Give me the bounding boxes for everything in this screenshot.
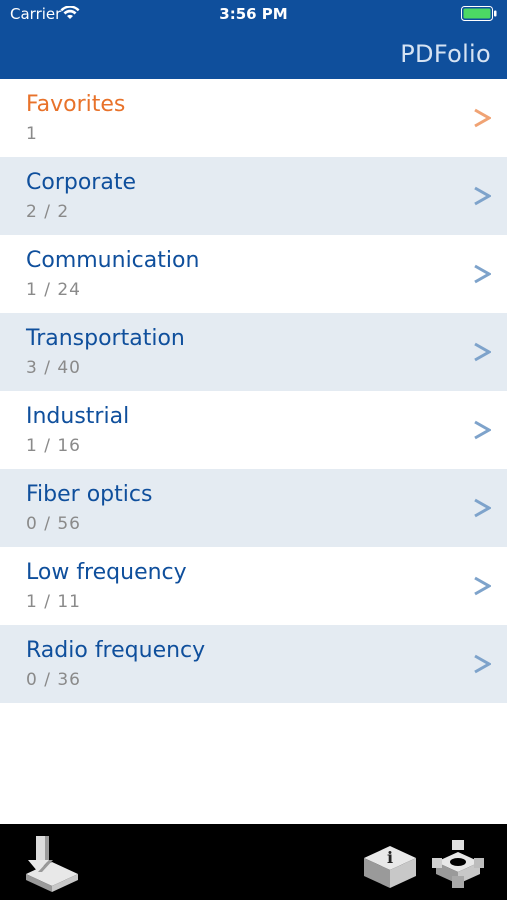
row-title: Industrial bbox=[26, 404, 130, 429]
row-title: Corporate bbox=[26, 170, 136, 195]
row-count: 1 bbox=[26, 124, 38, 144]
chevron-right-icon bbox=[474, 576, 491, 596]
chevron-right-icon bbox=[474, 264, 491, 284]
row-count: 3 / 40 bbox=[26, 358, 81, 378]
row-title: Radio frequency bbox=[26, 638, 206, 663]
chevron-right-icon bbox=[474, 342, 491, 362]
settings-gear-icon[interactable] bbox=[428, 832, 488, 892]
row-title: Fiber optics bbox=[26, 482, 153, 507]
row-title: Communication bbox=[26, 248, 200, 273]
list-item-industrial[interactable]: Industrial 1 / 16 bbox=[0, 391, 507, 469]
list-item-corporate[interactable]: Corporate 2 / 2 bbox=[0, 157, 507, 235]
chevron-right-icon bbox=[474, 186, 491, 206]
chevron-right-icon bbox=[474, 498, 491, 518]
list-item-transportation[interactable]: Transportation 3 / 40 bbox=[0, 313, 507, 391]
row-count: 1 / 11 bbox=[26, 592, 81, 612]
chevron-right-icon bbox=[474, 420, 491, 440]
status-time: 3:56 PM bbox=[219, 5, 288, 23]
svg-text:i: i bbox=[387, 848, 393, 867]
list-item-favorites[interactable]: Favorites 1 bbox=[0, 79, 507, 157]
row-title: Favorites bbox=[26, 92, 126, 117]
list-item-communication[interactable]: Communication 1 / 24 bbox=[0, 235, 507, 313]
info-icon[interactable]: i bbox=[360, 832, 420, 892]
list-item-radio-frequency[interactable]: Radio frequency 0 / 36 bbox=[0, 625, 507, 703]
battery-icon bbox=[461, 6, 497, 21]
category-list: Favorites 1 Corporate 2 / 2 Communicatio… bbox=[0, 79, 507, 703]
row-count: 0 / 56 bbox=[26, 514, 81, 534]
download-icon[interactable] bbox=[22, 832, 82, 892]
row-title: Low frequency bbox=[26, 560, 187, 585]
row-title: Transportation bbox=[26, 326, 185, 351]
bottom-toolbar: i bbox=[0, 824, 507, 900]
row-count: 0 / 36 bbox=[26, 670, 81, 690]
row-count: 1 / 24 bbox=[26, 280, 81, 300]
list-item-fiber-optics[interactable]: Fiber optics 0 / 56 bbox=[0, 469, 507, 547]
row-count: 2 / 2 bbox=[26, 202, 70, 222]
chevron-right-icon bbox=[474, 108, 491, 128]
chevron-right-icon bbox=[474, 654, 491, 674]
row-count: 1 / 16 bbox=[26, 436, 81, 456]
navigation-bar: Carrier 3:56 PM PDFolio bbox=[0, 0, 507, 79]
list-item-low-frequency[interactable]: Low frequency 1 / 11 bbox=[0, 547, 507, 625]
app-title: PDFolio bbox=[400, 40, 491, 68]
